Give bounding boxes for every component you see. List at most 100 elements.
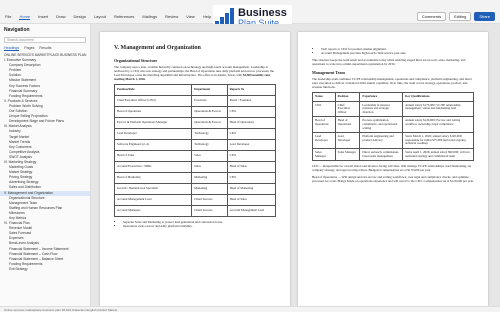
share-button[interactable]: Share [474,12,495,21]
team-header-name: Name [312,92,336,102]
list-item: Operations owns escrow and daily platfor… [123,224,276,228]
table-cell: Leadership in investor relations and str… [359,100,404,118]
table-cell: Annual salary $170,000; VC/PE relationsh… [402,100,474,118]
table-cell: CEO [226,128,277,140]
table-cell: Account Management Lead [113,194,193,206]
status-text: Online services marketplace business pla… [4,307,118,312]
menu-references[interactable]: References [114,14,134,19]
subheading-org-structure: Organizational Structure [114,58,158,63]
table-cell: Head of Sales [226,161,277,173]
menu-home[interactable]: Home [19,14,31,20]
table-cell: Head of Marketing [113,172,193,184]
table-row: Head of Sales Sales CEO [113,150,277,162]
positions-header-department: Department [191,84,228,96]
navigation-tabs: Headings Pages Results [0,44,90,53]
table-cell: Technology [191,128,228,140]
subheading-management-team: Management Team [312,70,345,75]
table-row: Chief Executive Officer (CEO) Executive Bo… [113,95,277,107]
table-row: Head of Operations Operations & Escrow CEO [113,106,277,118]
table-cell: Marketing [191,183,228,195]
menu-review[interactable]: Review [165,14,178,19]
ceo-paragraph: CEO — Responsible for overall vision and… [312,164,472,173]
org-intro-paragraph: The company uses a lean, scalable hierar… [114,65,274,81]
section-heading: V. Management and Organization [114,45,201,51]
menu-insert[interactable]: Insert [38,14,48,19]
tab-pages[interactable]: Pages [24,46,34,51]
table-cell: Account Management Lead [226,205,277,217]
table-row: CEO Chief Executive Officer Leadership in … [312,100,474,118]
table-cell: Lead Developer [312,132,336,149]
status-bar: Online services marketplace business pla… [0,306,500,312]
editing-button[interactable]: Editing [449,12,472,21]
table-cell: Head of Operations [113,106,193,118]
table-cell: Operations & Escrow [191,117,228,129]
table-cell: Board / Founders [226,95,277,107]
table-cell: Executive [191,95,228,107]
structure-summary-paragraph: This structure keeps the team small and … [312,58,466,66]
menu-design[interactable]: Design [73,14,85,19]
menu-file[interactable]: File [5,14,11,19]
table-cell: Starts March 1, 2026; annual salary $120… [402,132,474,149]
table-row: Head of Operations Head of Operations Proc… [312,116,474,134]
team-intro-paragraph: The leadership team combines VC/PE relat… [312,77,472,89]
table-row: Escrow & Platform Operations Manager Oper… [113,117,277,129]
table-cell: CEO [226,172,277,184]
table-cell: Escrow & Platform Operations Manager [113,117,193,129]
team-header-qualifications: Key Qualifications [402,92,474,102]
menu-draw[interactable]: Draw [56,14,65,19]
table-cell: Platform engineering and product deliver… [359,132,404,149]
navigation-search-input[interactable]: Search document [4,37,86,43]
comments-button[interactable]: Comments [416,12,447,21]
menu-view[interactable]: View [186,14,195,19]
table-cell: CEO [312,100,336,118]
positions-table: Position/Role Department Reports To Chie… [113,84,277,217]
table-cell: Lead Developer [113,128,193,140]
table-cell: Software Engineers (2–4) [113,139,193,151]
table-cell: Marketing [191,172,228,184]
table-row: Lead Developer Lead Developer Platform eng… [312,132,474,149]
table-cell: Sales Manager [334,147,361,162]
positions-header-reports-to: Reports To [226,84,277,96]
table-cell: Account Executives / SDRs [113,161,193,173]
document-area[interactable]: V. Management and Organization Organizat… [92,24,500,306]
table-cell: Client Success [191,194,228,206]
table-cell: Chief Executive Officer [334,100,361,118]
menu-mailings[interactable]: Mailings [142,14,157,19]
table-cell: Head of Sales [226,194,277,206]
table-row: Account Managers Client Success Account Ma… [113,205,277,217]
tab-results[interactable]: Results [39,46,51,51]
table-cell: CEO [226,106,277,118]
table-cell: Operations & Escrow [191,106,228,118]
table-cell: Starts April 1, 2026; annual salary $90,… [402,147,474,162]
navigation-pane: Navigation Search document Headings Page… [0,24,91,306]
table-row: Sales Manager Sales Manager Direct outreac… [312,147,474,162]
heading-list: ONLINE SERVICES MARKETPLACE BUSINESS PLA… [0,53,90,272]
table-cell: Client Success [191,205,228,217]
table-cell: Head of Sales [113,150,193,162]
table-cell: Growth / Demand Gen Specialist [113,183,193,195]
menu-help[interactable]: Help [203,14,211,19]
team-header-experience: Experience [359,92,404,102]
table-cell: Technology [191,139,228,151]
table-cell: Lead Developer [226,139,277,151]
list-item: Account Management provides high-touch c… [321,51,474,55]
nav-heading-item[interactable]: Exit Strategy [0,267,90,272]
table-cell: Direct outreach, commission-based sales … [359,147,404,162]
table-cell: Sales Manager [312,147,336,162]
table-cell: Head of Operations [226,117,277,129]
table-row: Account Executives / SDRs Sales Head of Sa… [113,161,277,173]
positions-header-role: Position/Role [113,84,193,96]
table-cell: Head of Marketing [226,183,277,195]
tab-headings[interactable]: Headings [4,46,20,51]
menu-layout[interactable]: Layout [94,14,106,19]
document-page-right: Tech reports to CEO for product-market a… [298,32,488,306]
structure-notes-list: Separate Sales and Marketing to protect … [114,220,276,228]
table-row: Head of Marketing Marketing CEO [113,172,277,184]
table-cell: Process optimization, compliance, and op… [359,116,404,134]
management-team-table: Name Position Experience Key Qualificati… [312,92,474,162]
table-cell: Lead Developer [334,132,361,149]
table-cell: Annual salary $120,000; Escrow and vetti… [402,116,474,134]
table-cell: CEO [226,150,277,162]
document-page-left: V. Management and Organization Organizat… [100,32,290,306]
operations-paragraph: Head of Operations — Will design and run… [312,175,474,184]
